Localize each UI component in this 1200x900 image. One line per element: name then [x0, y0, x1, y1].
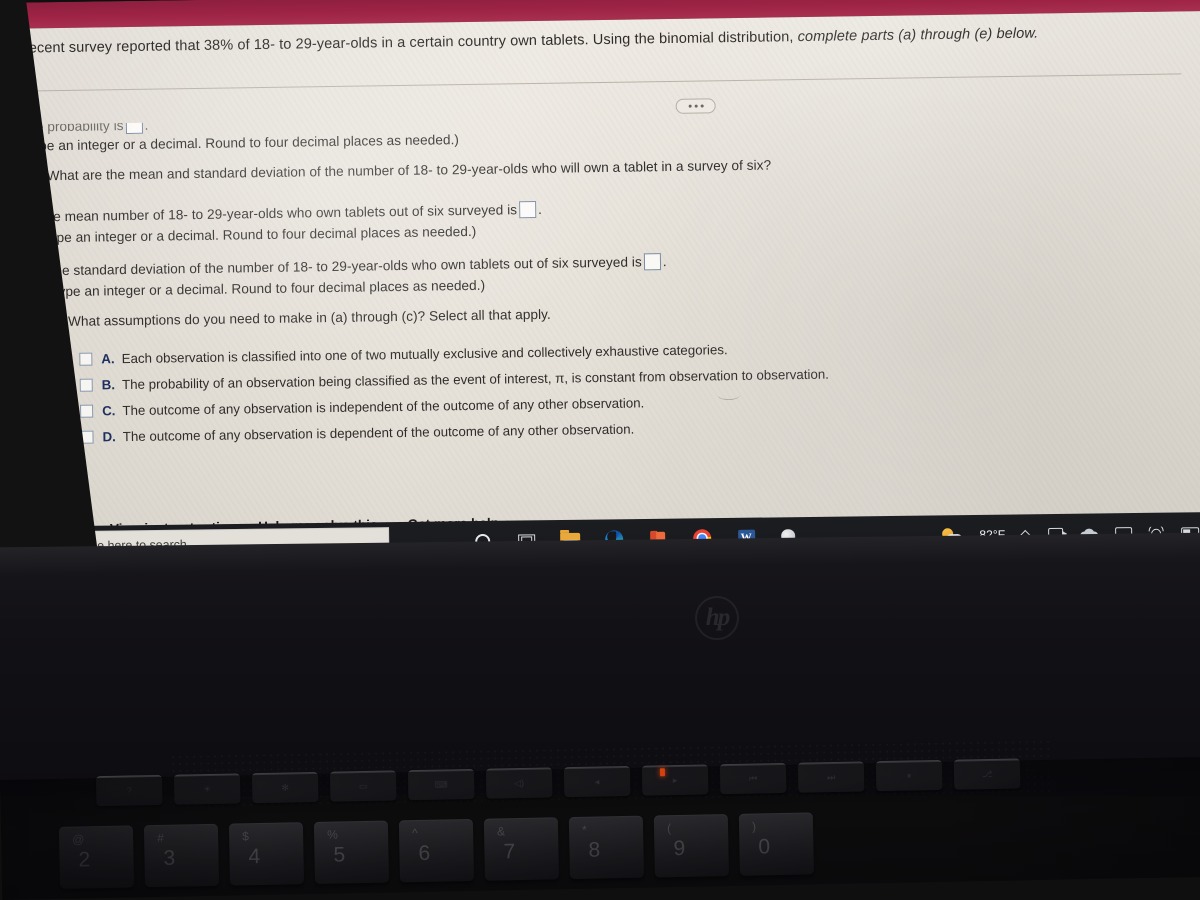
- header-divider: [5, 73, 1182, 92]
- mean-prompt: The mean number of 18- to 29-year-olds w…: [37, 200, 543, 225]
- sd-prompt: The standard deviation of the number of …: [45, 253, 667, 279]
- part-e-question: e. What assumptions do you need to make …: [53, 307, 551, 329]
- option-a-label: Each observation is classified into one …: [121, 342, 728, 367]
- number-key: #3: [143, 823, 220, 888]
- key-symbol: @: [72, 832, 85, 847]
- number-key: @2: [58, 825, 135, 889]
- option-a-letter: A.: [101, 351, 115, 367]
- key-symbol: $: [241, 829, 249, 844]
- key-symbol: *: [581, 822, 587, 837]
- sd-answer-box[interactable]: [643, 253, 661, 271]
- number-key: & 7: [483, 817, 560, 881]
- option-c[interactable]: C. The outcome of any observation is ind…: [80, 395, 644, 418]
- function-key: ⏭: [797, 761, 865, 793]
- ellipsis-dot-icon: [700, 104, 704, 108]
- part-d-question: d. What are the mean and standard deviat…: [31, 157, 772, 183]
- number-key: ^ 6: [398, 818, 475, 883]
- key-digit: 7: [503, 840, 516, 864]
- key-symbol: #: [157, 830, 164, 845]
- key-digit: 3: [163, 846, 176, 870]
- key-digit: 6: [418, 841, 431, 865]
- number-key: ) 0: [738, 812, 814, 876]
- question-header-italic: complete parts (a) through (e) below.: [797, 25, 1039, 46]
- key-digit: 2: [78, 848, 91, 872]
- function-key: ⏮: [719, 762, 787, 795]
- key-symbol: %: [326, 827, 338, 842]
- laptop-photo: A recent survey reported that 38% of 18-…: [0, 0, 1200, 900]
- browser-page: A recent survey reported that 38% of 18-…: [0, 10, 1200, 550]
- collapse-toggle-button[interactable]: [675, 98, 716, 114]
- function-key: ▭: [329, 770, 397, 802]
- option-a[interactable]: A. Each observation is classified into o…: [79, 342, 728, 367]
- option-b[interactable]: B. The probability of an observation bei…: [79, 366, 830, 393]
- photo-scratch: [717, 389, 741, 401]
- key-digit: 8: [588, 838, 601, 862]
- function-key: ⎇: [953, 758, 1021, 790]
- function-key: ✻: [251, 771, 319, 804]
- laptop-screen: A recent survey reported that 38% of 18-…: [0, 0, 1200, 593]
- ellipsis-dot-icon: [694, 104, 698, 108]
- function-key: ◂: [563, 765, 631, 798]
- key-digit: 0: [758, 835, 771, 859]
- keyboard-mute-led: [659, 768, 666, 777]
- option-b-label: The probability of an observation being …: [121, 366, 830, 393]
- sd-round-note: (Type an integer or a decimal. Round to …: [46, 277, 486, 300]
- number-key: (9: [653, 814, 729, 878]
- ellipsis-dot-icon: [688, 104, 692, 108]
- function-key: ☀: [173, 773, 241, 805]
- mean-round-note: (Type an integer or a decimal. Round to …: [37, 223, 477, 246]
- key-symbol: ): [751, 819, 757, 834]
- function-key: ?: [95, 774, 163, 807]
- option-b-letter: B.: [101, 377, 116, 393]
- number-key: $4: [228, 822, 305, 886]
- question-header: A recent survey reported that 38% of 18-…: [11, 25, 1071, 57]
- probability-answer-box[interactable]: [125, 117, 142, 134]
- mean-answer-box[interactable]: [518, 200, 537, 219]
- number-key: % 5: [313, 820, 390, 884]
- option-d-label: The outcome of any observation is depend…: [122, 421, 635, 445]
- laptop-keyboard: ? ☀ ✻ ▭ ⌨ ◁) ◂ ▸ ⏮ ⏭ ⏸ ⎇ @2 #3 $4% 5 ^ 6 & 7 * 8(9) 0: [0, 756, 1200, 900]
- part-e-text: What assumptions do you need to make in …: [67, 306, 551, 329]
- option-c-letter: C.: [102, 403, 116, 419]
- hp-logo: hp: [695, 596, 739, 640]
- function-key: ◁): [485, 767, 553, 799]
- screen-moire-texture: [0, 10, 1200, 550]
- number-key: * 8: [568, 815, 644, 880]
- function-key: ▸: [641, 764, 709, 796]
- key-digit: 5: [333, 843, 346, 867]
- question-header-plain: A recent survey reported that 38% of 18-…: [10, 29, 794, 57]
- key-symbol: (: [666, 821, 672, 836]
- key-symbol: ^: [411, 825, 418, 841]
- checkbox-a-icon[interactable]: [79, 352, 93, 366]
- option-c-label: The outcome of any observation is indepe…: [122, 395, 645, 419]
- function-key: ⏸: [875, 759, 943, 792]
- key-digit: 4: [248, 845, 261, 869]
- number-key-row: @2 #3 $4% 5 ^ 6 & 7 * 8(9) 0: [58, 812, 814, 889]
- key-digit: 9: [673, 836, 686, 861]
- checkbox-b-icon[interactable]: [79, 378, 93, 392]
- part-d-text: What are the mean and standard deviation…: [46, 157, 772, 184]
- function-key: ⌨: [407, 768, 475, 801]
- probability-round-note: (Type an integer or a decimal. Round to …: [20, 132, 460, 154]
- option-d-letter: D.: [102, 429, 116, 445]
- checkbox-c-icon[interactable]: [80, 404, 94, 418]
- key-symbol: &: [496, 824, 506, 839]
- option-d[interactable]: D. The outcome of any observation is dep…: [80, 422, 634, 445]
